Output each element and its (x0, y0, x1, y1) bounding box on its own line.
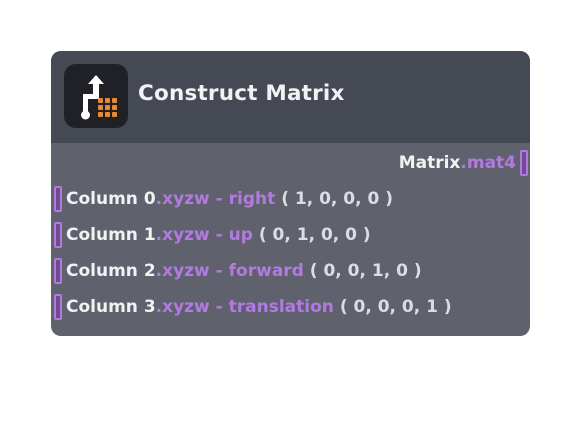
input-port-label: Column 2.xyzw - forward ( 0, 0, 1, 0 ) (66, 257, 422, 285)
input-port-name: Column 3 (66, 297, 156, 317)
input-pin-column-1[interactable] (54, 222, 62, 248)
output-pin-matrix[interactable] (520, 150, 528, 176)
output-port-name: Matrix (398, 153, 461, 173)
input-port-name: Column 1 (66, 225, 156, 245)
input-port-label: Column 0.xyzw - right ( 1, 0, 0, 0 ) (66, 185, 393, 213)
node-title: Construct Matrix (138, 81, 345, 106)
input-pin-column-2[interactable] (54, 258, 62, 284)
input-port-default[interactable]: ( 1, 0, 0, 0 ) (281, 189, 393, 209)
input-port-default[interactable]: ( 0, 1, 0, 0 ) (259, 225, 371, 245)
input-port-type: .xyzw - up (155, 225, 253, 245)
input-port-label: Column 1.xyzw - up ( 0, 1, 0, 0 ) (66, 221, 371, 249)
output-port-label: Matrix.mat4 (399, 149, 516, 177)
input-port-name: Column 2 (66, 261, 156, 281)
input-port-name: Column 0 (66, 189, 156, 209)
output-port-type: .mat4 (460, 153, 516, 173)
input-port-default[interactable]: ( 0, 0, 1, 0 ) (310, 261, 422, 281)
input-pin-column-3[interactable] (54, 294, 62, 320)
input-pin-column-0[interactable] (54, 186, 62, 212)
input-port-default[interactable]: ( 0, 0, 0, 1 ) (340, 297, 452, 317)
input-port-label: Column 3.xyzw - translation ( 0, 0, 0, 1… (66, 293, 452, 321)
construct-matrix-node[interactable]: Construct Matrix Matrix.mat4 Column 0.xy… (51, 51, 530, 336)
construct-matrix-icon (64, 64, 128, 128)
input-port-type: .xyzw - translation (155, 297, 334, 317)
input-port-type: .xyzw - right (155, 189, 276, 209)
input-port-type: .xyzw - forward (155, 261, 304, 281)
node-header[interactable]: Construct Matrix (51, 51, 530, 143)
